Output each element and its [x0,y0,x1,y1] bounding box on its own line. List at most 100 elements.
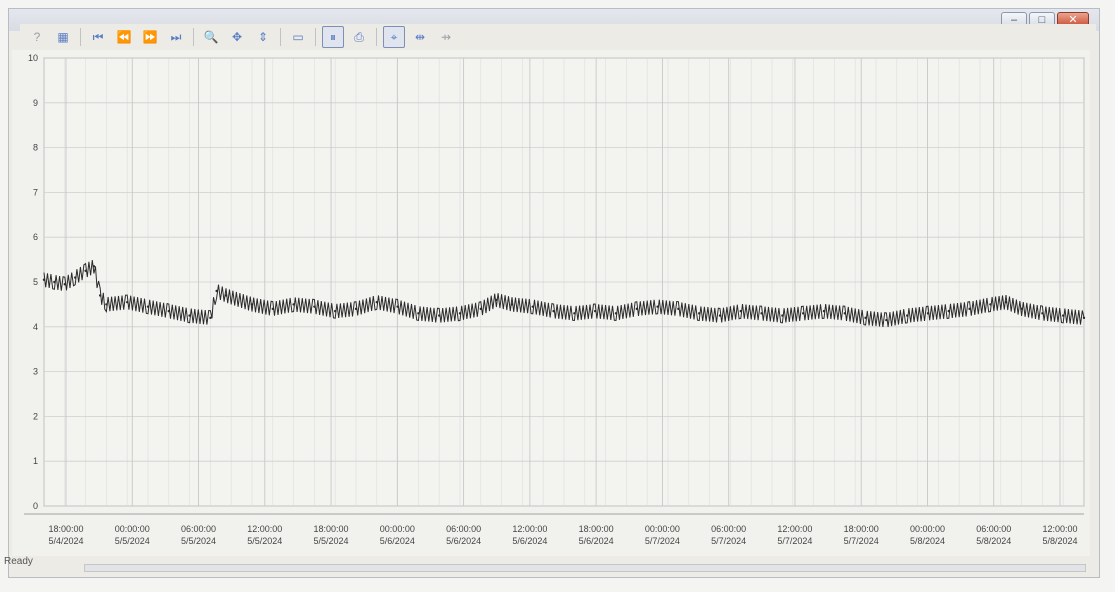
y-tick-label: 8 [33,143,38,153]
x-tick-date: 5/6/2024 [446,536,481,546]
data-point [167,309,170,313]
print-icon[interactable]: ⎙ [348,26,370,48]
y-tick-label: 9 [33,98,38,108]
fast-forward-icon[interactable]: ⏩ [139,26,161,48]
y-tick-label: 5 [33,277,38,287]
data-point [479,307,482,311]
data-point [510,303,514,306]
data-point [739,309,742,313]
x-tick-date: 5/8/2024 [1042,536,1077,546]
data-point [677,307,680,311]
data-point [573,312,576,315]
data-point [1082,316,1086,320]
y-tick-label: 3 [33,367,38,377]
toolbar-separator [376,28,377,46]
toolbar-separator [193,28,194,46]
x-tick-date: 5/6/2024 [579,536,614,546]
x-tick-time: 18:00:00 [314,524,349,534]
data-point [63,283,66,286]
range-icon[interactable]: ⇹ [409,26,431,48]
data-point [250,303,254,306]
x-tick-time: 12:00:00 [1042,524,1077,534]
x-tick-date: 5/7/2024 [777,536,812,546]
data-point [334,309,337,313]
pause-icon[interactable]: ⏸ [322,26,344,48]
data-point [292,303,295,306]
data-point [656,305,659,308]
x-tick-time: 06:00:00 [976,524,1011,534]
x-tick-date: 5/7/2024 [645,536,680,546]
cursor-icon[interactable]: ⌖ [383,26,405,48]
rewind-icon[interactable]: ⏪ [113,26,135,48]
help-icon[interactable]: ? [26,26,48,48]
data-point [594,309,597,313]
x-tick-time: 18:00:00 [844,524,879,534]
data-point [396,305,399,308]
x-tick-time: 00:00:00 [380,524,415,534]
toolbar-separator [315,28,316,46]
properties-icon[interactable]: ▦ [52,26,74,48]
data-point [188,314,191,317]
data-point [926,312,930,315]
trend-chart[interactable]: 0 1 2 3 4 5 6 7 8 9 10 18:00:00 5/4/2024 00:00:00 5/5/… [12,50,1090,556]
scale-icon[interactable]: ⇕ [252,26,274,48]
x-tick-date: 5/6/2024 [512,536,547,546]
data-point [417,312,420,315]
data-point [531,305,534,308]
y-tick-label: 2 [33,411,38,421]
data-point [1041,312,1044,315]
data-point [215,289,218,293]
data-point [224,294,228,297]
data-point [947,309,950,313]
zoom-icon[interactable]: 🔍 [200,26,222,48]
y-tick-label: 0 [33,501,38,511]
status-text: Ready [4,556,33,567]
x-tick-date: 5/5/2024 [314,536,349,546]
toolbar-separator [80,28,81,46]
x-tick-date: 5/8/2024 [976,536,1011,546]
data-point [552,309,555,313]
data-point [42,278,46,281]
x-tick-time: 00:00:00 [910,524,945,534]
data-point [968,307,971,311]
x-tick-time: 06:00:00 [181,524,216,534]
data-point [989,303,992,306]
y-tick-label: 6 [33,232,38,242]
x-tick-date: 5/7/2024 [844,536,879,546]
data-point [98,294,102,297]
x-tick-time: 12:00:00 [512,524,547,534]
data-point [126,300,129,304]
x-tick-time: 06:00:00 [711,524,746,534]
x-tick-time: 06:00:00 [446,524,481,534]
chart-toolbar: ? ▦ ⏮ ⏪ ⏩ ⏭ 🔍 ✥ ⇕ ▭ ⏸ ⎙ ⌖ ⇹ ⇸ [20,24,1096,50]
data-point [802,312,805,315]
y-tick-label: 1 [33,456,38,466]
data-point [718,314,722,317]
data-point [1062,314,1065,317]
data-point [781,314,784,317]
window-icon[interactable]: ▭ [287,26,309,48]
range-disabled-icon[interactable]: ⇸ [435,26,457,48]
data-point [313,305,316,308]
horizontal-scrollbar[interactable] [84,564,1086,572]
data-point [1004,300,1008,304]
first-icon[interactable]: ⏮ [87,26,109,48]
pan-icon[interactable]: ✥ [226,26,248,48]
data-point [495,298,498,302]
data-point [614,312,618,315]
data-point [906,314,909,317]
data-point [84,269,87,272]
y-tick-label: 10 [28,53,38,63]
data-point [375,300,378,304]
x-tick-date: 5/6/2024 [380,536,415,546]
data-point [105,303,108,306]
chart-area: 0 1 2 3 4 5 6 7 8 9 10 18:00:00 5/4/2024 00:00:00 5/5/… [12,50,1090,556]
data-point [1020,307,1023,311]
x-tick-time: 18:00:00 [579,524,614,534]
x-tick-time: 18:00:00 [48,524,83,534]
data-point [843,312,846,315]
data-point [864,316,867,320]
last-icon[interactable]: ⏭ [165,26,187,48]
data-point [53,280,56,284]
data-point [698,312,701,315]
